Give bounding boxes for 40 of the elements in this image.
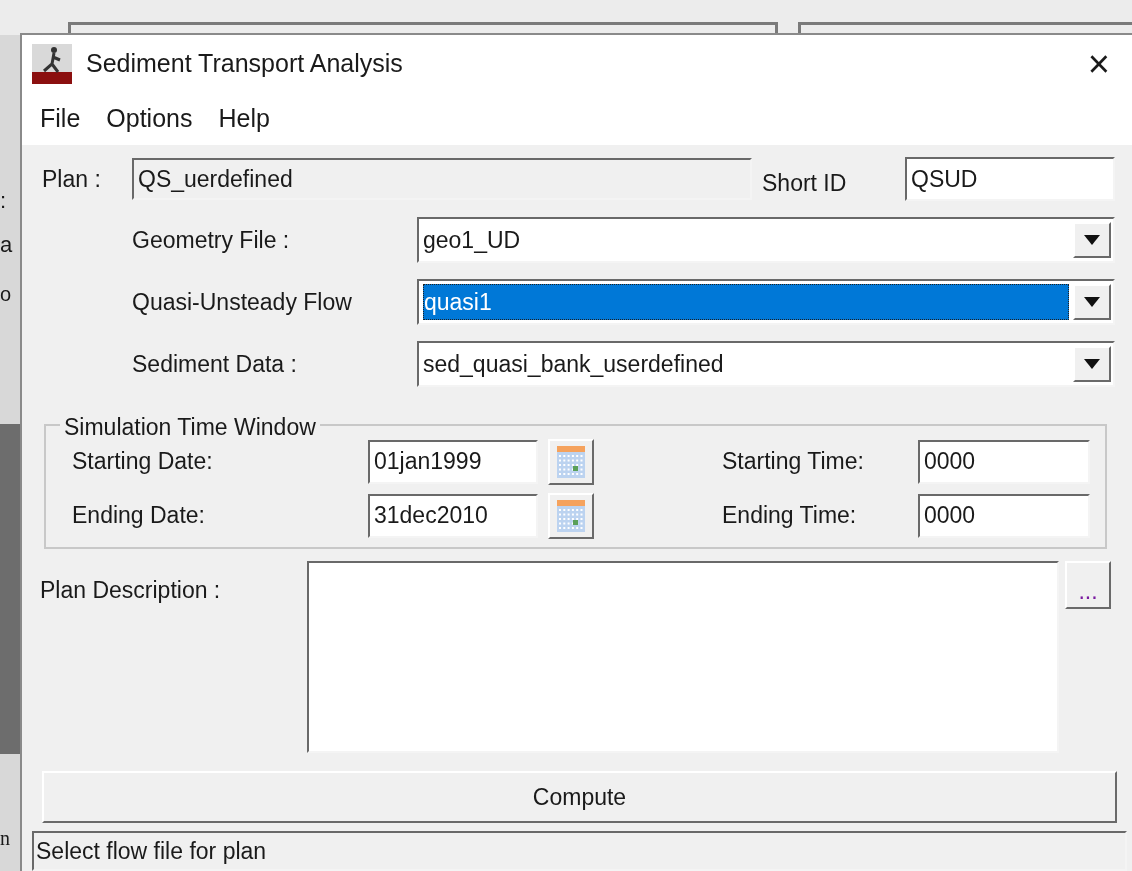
date-field[interactable]: 31dec2010	[368, 493, 538, 538]
file-label: Sediment Data :	[132, 349, 298, 379]
calendar-button[interactable]	[548, 438, 594, 485]
date-label: Starting Date:	[72, 447, 214, 477]
plan-name-field[interactable]: QS_uerdefined	[132, 158, 752, 200]
file-label: Quasi-Unsteady Flow	[132, 287, 353, 317]
file-label: Geometry File :	[132, 225, 291, 255]
dropdown-value: geo1_UD	[423, 225, 522, 255]
calendar-icon	[557, 445, 585, 478]
menu-item[interactable]: Help	[218, 100, 270, 138]
calendar-button[interactable]	[548, 492, 594, 539]
file-dropdown[interactable]: sed_quasi_bank_userdefined	[417, 341, 1115, 387]
time-field[interactable]: 0000	[918, 439, 1090, 484]
description-field[interactable]	[307, 561, 1059, 753]
menu-item[interactable]: File	[40, 100, 81, 138]
compute-button[interactable]: Compute	[42, 771, 1117, 823]
close-button[interactable]: ×	[1079, 45, 1118, 83]
time-label: Ending Time:	[722, 501, 858, 531]
calendar-icon	[557, 499, 585, 532]
short-id-label: Short ID	[762, 168, 848, 198]
app-icon	[32, 44, 72, 84]
background-text: a	[0, 234, 14, 256]
background-text: :	[0, 190, 8, 212]
file-dropdown[interactable]: geo1_UD	[417, 217, 1115, 263]
date-field[interactable]: 01jan1999	[368, 439, 538, 484]
dropdown-value: sed_quasi_bank_userdefined	[423, 349, 725, 379]
short-id-field[interactable]: QSUD	[905, 157, 1115, 201]
background-text: n	[0, 828, 11, 848]
time-label: Starting Time:	[722, 447, 865, 477]
window-title: Sediment Transport Analysis	[86, 48, 403, 80]
date-label: Ending Date:	[72, 501, 206, 531]
more-button[interactable]: ...	[1065, 561, 1111, 609]
menu-item[interactable]: Options	[106, 100, 193, 138]
background-text: o	[0, 284, 13, 304]
status-bar: Select flow file for plan	[32, 831, 1127, 871]
plan-label: Plan :	[42, 164, 102, 194]
file-dropdown[interactable]: quasi1	[417, 279, 1115, 325]
description-label: Plan Description :	[40, 576, 222, 605]
dropdown-value: quasi1	[423, 284, 1069, 320]
time-field[interactable]: 0000	[918, 493, 1090, 538]
